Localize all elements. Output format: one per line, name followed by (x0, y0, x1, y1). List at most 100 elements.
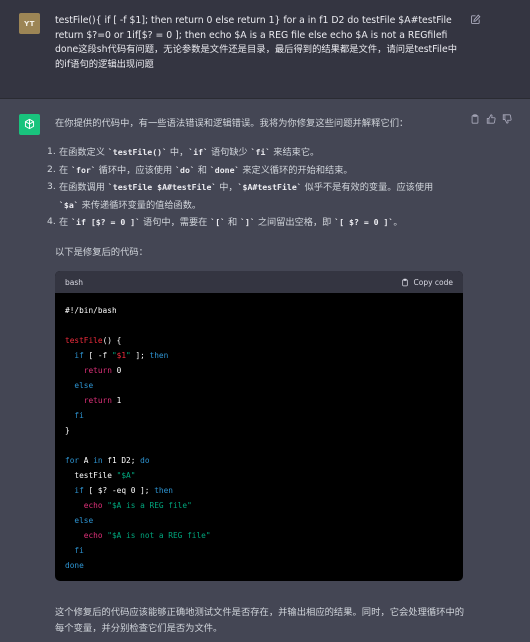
code-line: else (65, 516, 93, 525)
assistant-outro: 这个修复后的代码应该能够正确地测试文件是否存在，并输出相应的结果。同时，它会处理… (55, 607, 465, 634)
code-line: testFile() { (65, 336, 121, 345)
clipboard-icon[interactable] (470, 114, 480, 124)
code-block: bash Copy code #!/bin/bash testFile() { … (55, 271, 463, 581)
code-token: 1 (111, 396, 122, 405)
inline-code: `[` (210, 217, 226, 227)
fix-point-item: 1. 在函数定义 `testFile()` 中，`if` 语句缺少 `fi` 来结… (47, 144, 467, 162)
inline-code: `if [$? = 0 ]` (71, 217, 141, 227)
code-line: done (65, 561, 84, 570)
code-token: "$A" (116, 471, 136, 480)
inline-code: `$A#testFile` (237, 182, 302, 192)
code-token: "$A is a REG file" (107, 501, 192, 510)
code-line: echo "$A is not a REG file" (65, 531, 211, 540)
code-line: #!/bin/bash (65, 306, 117, 315)
point-text: 中， (216, 182, 238, 193)
fixed-code-label: 以下是修复后的代码： (55, 247, 148, 258)
code-token: testFile (65, 336, 103, 345)
fix-point-number: 2. (47, 163, 56, 175)
code-token: do (140, 456, 150, 465)
code-content: #!/bin/bash testFile() { if [ -f "$1" ];… (55, 293, 463, 573)
code-token: for (65, 456, 80, 465)
point-text: 在函数定义 (59, 147, 108, 158)
user-avatar: YT (19, 13, 40, 34)
code-token: } (65, 426, 70, 435)
assistant-avatar (19, 114, 40, 135)
point-text: 似乎不是有效的变量。应该使用 (301, 182, 434, 193)
fix-point-number: 4. (47, 216, 56, 227)
code-line: fi (65, 546, 84, 555)
code-token: echo (83, 501, 103, 510)
code-header: bash Copy code (55, 271, 463, 293)
code-token: if (74, 351, 84, 360)
inline-code: `fi` (250, 147, 271, 157)
point-text: 。 (393, 217, 403, 228)
code-token: fi (74, 546, 84, 555)
thumbs-up-icon[interactable] (486, 114, 496, 124)
code-token: echo (83, 531, 103, 540)
inline-code: `if` (188, 147, 209, 157)
code-token: A (79, 456, 94, 465)
code-token: () { (102, 336, 122, 345)
point-text: 循环中，应该使用 (95, 164, 176, 176)
point-text: 语句中，需要在 (140, 217, 211, 228)
code-token: 0 (111, 366, 122, 375)
code-token: $1 (116, 351, 127, 360)
copy-code-button[interactable]: Copy code (401, 277, 454, 287)
code-token: return (83, 396, 112, 405)
clipboard-icon (401, 278, 408, 286)
edit-icon[interactable] (470, 14, 481, 25)
code-token: testFile (65, 471, 117, 480)
code-token: if (74, 486, 84, 495)
user-message-block: YT testFile(){ if [ -f $1]; then return … (0, 0, 530, 99)
openai-logo-icon (24, 118, 35, 130)
code-line: if [ -f "$1" ]; then (65, 351, 168, 360)
inline-code: `[ $? = 0 ]` (334, 217, 394, 227)
code-token: [ -f (83, 351, 112, 360)
code-line: return 0 (65, 366, 122, 375)
point-text: 和 (225, 217, 241, 228)
user-message-text: testFile(){ if [ -f $1]; then return 0 e… (55, 15, 458, 70)
point-text: 在 (59, 217, 72, 228)
inline-code: `testFile $A#testFile` (107, 182, 217, 192)
code-token: ]; (130, 351, 150, 360)
copy-code-label: Copy code (413, 277, 454, 287)
point-text: 在函数调用 (59, 182, 108, 193)
code-line: return 1 (65, 396, 122, 405)
code-token: "$A is not a REG file" (107, 531, 211, 540)
code-line: echo "$A is a REG file" (65, 501, 192, 510)
point-text: 之间留出空格，即 (254, 217, 335, 228)
fix-point-item: 4. 在 `if [$? = 0 ]` 语句中，需要在 `[` 和 `]` 之间留… (47, 214, 467, 232)
message-actions (470, 114, 512, 124)
thumbs-down-icon[interactable] (502, 114, 512, 124)
point-text: 语句缺少 (208, 147, 251, 158)
code-line: } (65, 426, 70, 435)
code-line: for A in f1 D2; do (65, 456, 150, 465)
point-text: 在 (59, 164, 72, 176)
code-token: in (93, 456, 103, 465)
code-token: else (74, 381, 94, 390)
code-token: return (83, 366, 112, 375)
inline-code: `do` (175, 164, 195, 175)
point-text: 来传递循环变量的值给函数。 (78, 199, 202, 211)
code-token: then (149, 351, 169, 360)
fix-point-number: 1. (47, 146, 56, 157)
inline-code: `for` (71, 164, 96, 175)
code-token: then (154, 486, 173, 495)
inline-code: `done` (209, 164, 240, 175)
point-text: 来结束它。 (270, 147, 320, 158)
code-token: else (74, 516, 94, 525)
inline-code: `]` (240, 217, 255, 227)
code-language: bash (65, 277, 84, 287)
code-line: fi (65, 411, 83, 420)
code-token: done (65, 561, 84, 570)
code-token: f1 D2; (102, 456, 141, 465)
code-line: else (65, 381, 93, 390)
